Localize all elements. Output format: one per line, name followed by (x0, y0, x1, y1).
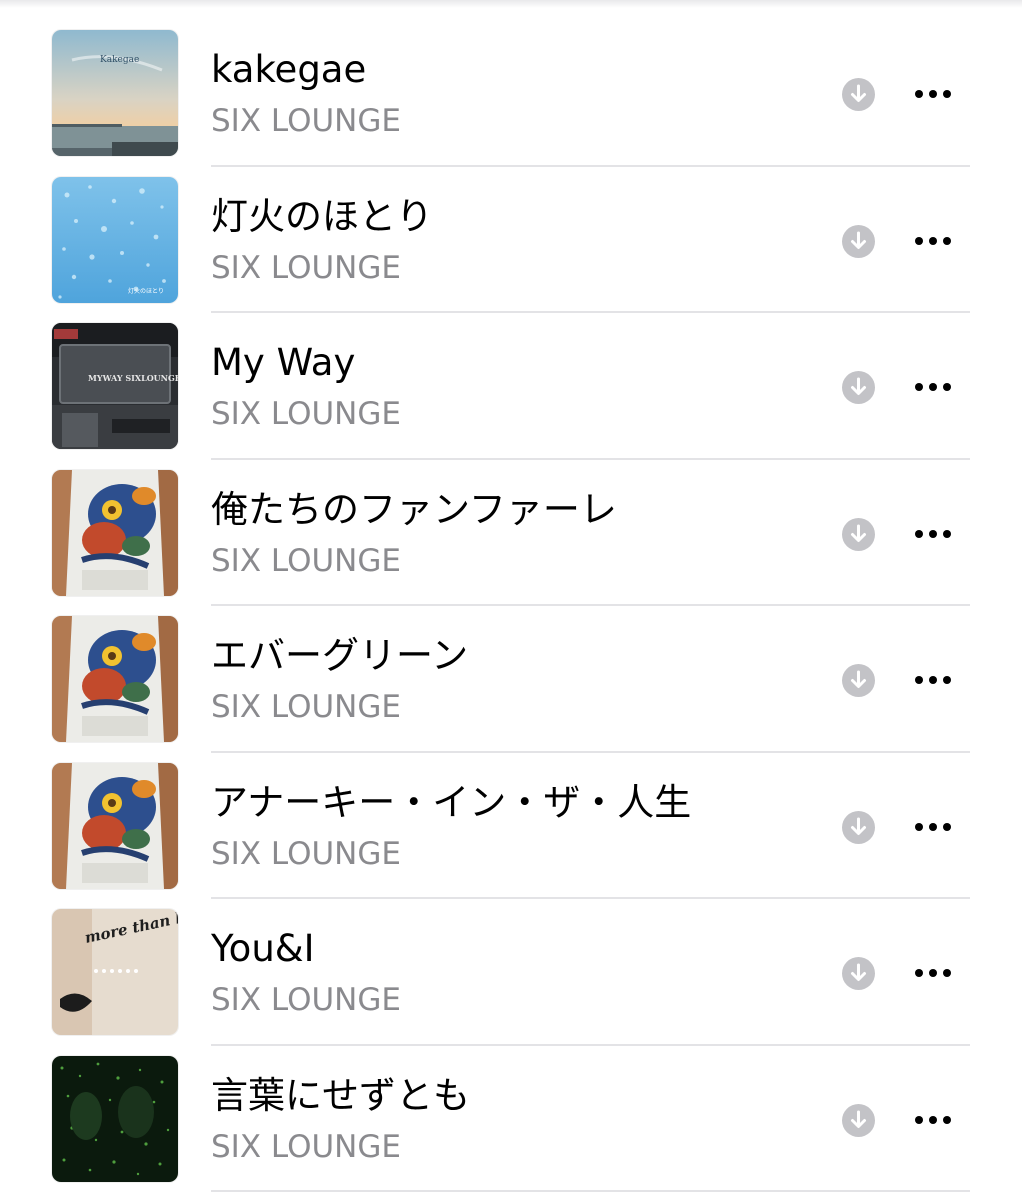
ellipsis-icon (915, 529, 923, 538)
song-artist: SIX LOUNGE (211, 103, 401, 139)
ellipsis-icon (915, 383, 923, 391)
ellipsis-dot (943, 236, 951, 245)
song-title: 言葉にせずとも (211, 1073, 470, 1117)
album-artwork-equipment-case: MYWAY SIXLOUNGE (52, 323, 178, 449)
album-artwork-sea-sunset: Kakegae (52, 30, 178, 156)
album-artwork-lips-more-than-love: more than love (52, 909, 178, 1035)
song-row[interactable]: 俺たちのファンファーレ SIX LOUNGE (0, 460, 1022, 606)
svg-text:灯火のほとり: 灯火のほとり (128, 287, 164, 295)
song-row[interactable]: 言葉にせずとも SIX LOUNGE (0, 1046, 1022, 1192)
download-icon[interactable] (842, 664, 875, 697)
ellipsis-icon (915, 1115, 923, 1124)
album-artwork-floral-jacket (52, 469, 178, 596)
song-row[interactable]: MYWAY SIXLOUNGE My Way SIX LOUNGE (0, 313, 1022, 460)
song-row[interactable]: エバーグリーン SIX LOUNGE (0, 606, 1022, 753)
song-title: You&I (211, 927, 315, 970)
ellipsis-dot (929, 529, 937, 538)
album-artwork-floral-jacket (52, 762, 178, 889)
download-icon[interactable] (842, 224, 875, 258)
album-artwork-blue-bubbles: 灯火のほとり (52, 176, 178, 303)
song-title: 灯火のほとり (211, 194, 433, 238)
download-icon[interactable] (842, 78, 875, 111)
song-artist: SIX LOUNGE (211, 249, 401, 286)
song-title: kakegae (211, 48, 367, 91)
ellipsis-icon (915, 676, 923, 684)
song-title: 俺たちのファンファーレ (211, 487, 617, 531)
svg-text:Kakegae: Kakegae (100, 55, 139, 65)
song-row[interactable]: more than love You&I SIX LOUNGE (0, 899, 1022, 1046)
ellipsis-dot (929, 90, 937, 98)
song-row[interactable]: Kakegae kakegae SIX LOUNGE (0, 20, 1022, 167)
more-options-button[interactable] (906, 223, 960, 259)
ellipsis-dot (943, 969, 951, 977)
row-separator (211, 1190, 970, 1192)
ellipsis-dot (943, 676, 951, 684)
song-artist: SIX LOUNGE (211, 835, 401, 872)
song-list: Kakegae kakegae SIX LOUNGE 灯火のほとり 灯火のほとり… (0, 20, 1022, 1192)
ellipsis-dot (943, 822, 951, 831)
ellipsis-dot (943, 1115, 951, 1124)
song-artist: SIX LOUNGE (211, 542, 401, 579)
song-artist: SIX LOUNGE (211, 982, 401, 1018)
ellipsis-dot (943, 90, 951, 98)
download-icon[interactable] (842, 810, 875, 844)
ellipsis-dot (929, 676, 937, 684)
svg-text:MYWAY SIXLOUNGE: MYWAY SIXLOUNGE (88, 373, 178, 383)
ellipsis-dot (943, 383, 951, 391)
more-options-button[interactable] (906, 76, 960, 112)
more-options-button[interactable] (906, 516, 960, 552)
download-icon[interactable] (842, 371, 875, 404)
ellipsis-dot (929, 1115, 937, 1124)
ellipsis-dot (929, 383, 937, 391)
top-shadow (0, 0, 1022, 8)
song-artist: SIX LOUNGE (211, 396, 401, 432)
more-options-button[interactable] (906, 662, 960, 698)
download-icon[interactable] (842, 957, 875, 990)
album-artwork-green-glitter (52, 1055, 178, 1182)
ellipsis-icon (915, 969, 923, 977)
album-artwork-floral-jacket (52, 616, 178, 742)
ellipsis-dot (929, 969, 937, 977)
ellipsis-dot (929, 236, 937, 245)
song-title: エバーグリーン (211, 634, 469, 677)
ellipsis-icon (915, 90, 923, 98)
song-title: My Way (211, 341, 356, 384)
download-icon[interactable] (842, 517, 875, 551)
song-artist: SIX LOUNGE (211, 1128, 401, 1165)
ellipsis-icon (915, 822, 923, 831)
song-artist: SIX LOUNGE (211, 689, 401, 725)
download-icon[interactable] (842, 1103, 875, 1137)
song-row[interactable]: 灯火のほとり 灯火のほとり SIX LOUNGE (0, 167, 1022, 313)
more-options-button[interactable] (906, 809, 960, 845)
ellipsis-dot (943, 529, 951, 538)
more-options-button[interactable] (906, 1102, 960, 1138)
more-options-button[interactable] (906, 369, 960, 405)
song-title: アナーキー・イン・ザ・人生 (211, 780, 692, 824)
ellipsis-icon (915, 236, 923, 245)
more-options-button[interactable] (906, 955, 960, 991)
ellipsis-dot (929, 822, 937, 831)
song-row[interactable]: アナーキー・イン・ザ・人生 SIX LOUNGE (0, 753, 1022, 899)
